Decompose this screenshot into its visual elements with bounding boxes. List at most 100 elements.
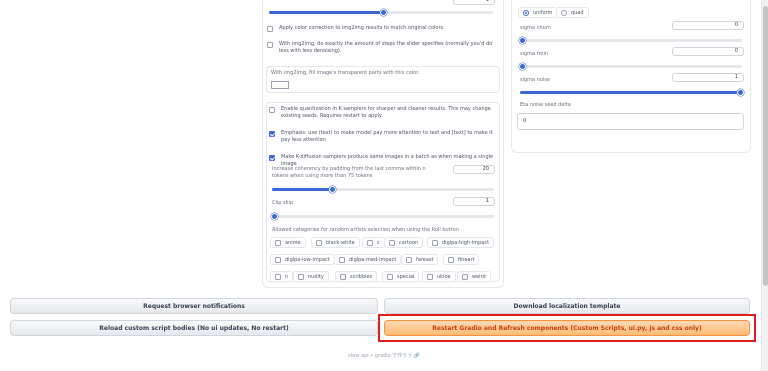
reload-scripts-button[interactable]: Reload custom script bodies (No ui updat… <box>10 320 378 336</box>
category-anime[interactable]: anime <box>270 237 306 248</box>
transparent-fill-box: With img2img, fill image's transparent p… <box>266 66 500 93</box>
slider-knob[interactable] <box>271 213 278 220</box>
slider-knob[interactable] <box>519 63 526 70</box>
coherency-label: Increase coherency by padding from the l… <box>272 166 426 179</box>
request-notifications-button[interactable]: Request browser notifications <box>10 298 378 314</box>
category-checkbox[interactable] <box>340 273 346 280</box>
category-label: fareast <box>416 256 434 263</box>
category-checkbox[interactable] <box>275 273 281 280</box>
sigma-churn-label: sigma churn <box>520 25 551 31</box>
category-checkbox[interactable] <box>448 256 454 263</box>
page-scrollbar[interactable] <box>761 0 768 371</box>
category-checkbox[interactable] <box>367 239 373 246</box>
sigma-tmin-input[interactable]: 0 <box>672 47 744 56</box>
sigma-noise-label: sigma noise <box>520 77 550 83</box>
category-label: digipa-low-impact <box>285 256 330 263</box>
category-digipa-high-impact[interactable]: digipa-high-impact <box>427 237 495 248</box>
radio-label: uniform <box>533 9 553 16</box>
batch-cond-checkbox[interactable] <box>269 155 275 161</box>
category-label: c <box>377 239 380 246</box>
quantization-label: Enable quantization in K samplers for sh… <box>281 106 491 119</box>
slider-knob[interactable] <box>380 9 388 16</box>
color-correction-checkbox[interactable] <box>267 26 273 32</box>
clip-skip-label: Clip skip <box>272 200 294 206</box>
radio-quad[interactable]: quad <box>556 7 589 18</box>
category-checkbox[interactable] <box>432 239 438 246</box>
clip-skip-input[interactable]: 1 <box>453 197 495 206</box>
sigma-tmin-label: sigma tmin <box>520 51 549 57</box>
quantization-row[interactable]: Enable quantization in K samplers for sh… <box>269 106 495 120</box>
noise-multiplier-input[interactable]: 1 <box>453 0 495 5</box>
radio-label: quad <box>571 9 584 16</box>
slider-knob[interactable] <box>328 186 336 193</box>
category-cartoon[interactable]: cartoon <box>384 237 424 248</box>
category-label: ukioe <box>437 273 451 280</box>
coherency-input[interactable]: 20 <box>453 165 495 174</box>
exact-steps-label: With img2img, do exactly the amount of s… <box>279 41 493 54</box>
category-checkbox[interactable] <box>275 256 281 263</box>
sigma-churn-input[interactable]: 0 <box>672 21 744 30</box>
sigma-churn-slider[interactable] <box>519 37 742 44</box>
category-weird[interactable]: weird <box>457 271 491 282</box>
category-label: special <box>397 273 415 280</box>
category-checkbox[interactable] <box>387 273 393 280</box>
category-digipa-med-impact[interactable]: digipa-med-impact <box>334 254 402 265</box>
category-special[interactable]: special <box>382 271 420 282</box>
exact-steps-checkbox[interactable] <box>267 42 273 48</box>
exact-steps-row[interactable]: With img2img, do exactly the amount of s… <box>267 41 497 55</box>
category-checkbox[interactable] <box>389 239 395 246</box>
category-checkbox[interactable] <box>275 239 281 246</box>
sigma-noise-input[interactable]: 1 <box>672 73 744 82</box>
clip-skip-slider[interactable] <box>271 213 494 220</box>
category-label: digipa-med-impact <box>349 256 397 263</box>
noise-multiplier-slider[interactable] <box>269 9 493 16</box>
category-n[interactable]: n <box>270 271 294 282</box>
emphasis-checkbox[interactable] <box>269 131 275 137</box>
slider-knob[interactable] <box>519 37 526 44</box>
category-checkbox[interactable] <box>298 273 304 280</box>
settings-right-panel: uniform quad sigma churn 0 sigma tmin 0 … <box>511 0 751 153</box>
category-c[interactable]: c <box>362 237 385 248</box>
category-checkbox[interactable] <box>316 239 322 246</box>
sampler-settings-box: Enable quantization in K samplers for sh… <box>266 102 500 282</box>
sigma-tmin-slider[interactable] <box>519 63 742 70</box>
sigma-noise-slider[interactable] <box>520 89 744 96</box>
highlight-box <box>378 314 756 342</box>
category-label: digipa-high-impact <box>442 239 490 246</box>
category-label: weird <box>472 273 486 280</box>
eta-seed-input[interactable]: 0 <box>517 113 744 130</box>
radio-dot[interactable] <box>523 9 529 16</box>
footer-links[interactable]: view api • gradio で作ろう 🔗 <box>0 352 768 359</box>
scrollbar-thumb[interactable] <box>763 6 768 286</box>
category-nudity[interactable]: nudity <box>293 271 329 282</box>
quantization-checkbox[interactable] <box>269 107 275 113</box>
coherency-slider[interactable] <box>272 186 494 193</box>
category-label: black-white <box>326 239 355 246</box>
category-black-white[interactable]: black-white <box>311 237 360 248</box>
category-label: fineart <box>458 256 475 263</box>
category-label: scribbles <box>350 273 373 280</box>
category-checkbox[interactable] <box>339 256 345 263</box>
download-localization-button[interactable]: Download localization template <box>384 298 750 314</box>
radio-dot[interactable] <box>561 9 567 16</box>
transparent-fill-color-picker[interactable] <box>271 81 289 89</box>
eta-seed-label: Eta noise seed delta <box>520 102 571 108</box>
color-correction-row[interactable]: Apply color correction to img2img result… <box>267 25 497 32</box>
category-label: n <box>285 273 289 280</box>
slider-knob[interactable] <box>737 89 744 96</box>
category-label: nudity <box>308 273 324 280</box>
category-checkbox[interactable] <box>427 273 433 280</box>
category-scribbles[interactable]: scribbles <box>335 271 378 282</box>
category-label: anime <box>285 239 301 246</box>
category-ukioe[interactable]: ukioe <box>422 271 456 282</box>
category-fineart[interactable]: fineart <box>443 254 480 265</box>
category-fareast[interactable]: fareast <box>401 254 439 265</box>
emphasis-row[interactable]: Emphasis: use (text) to make model pay m… <box>269 130 495 144</box>
color-correction-label: Apply color correction to img2img result… <box>279 25 445 31</box>
category-checkbox[interactable] <box>462 273 468 280</box>
category-checkbox[interactable] <box>406 256 412 263</box>
category-digipa-low-impact[interactable]: digipa-low-impact <box>270 254 335 265</box>
radio-uniform[interactable]: uniform <box>518 7 558 18</box>
category-label: cartoon <box>399 239 419 246</box>
emphasis-label: Emphasis: use (text) to make model pay m… <box>281 130 493 143</box>
